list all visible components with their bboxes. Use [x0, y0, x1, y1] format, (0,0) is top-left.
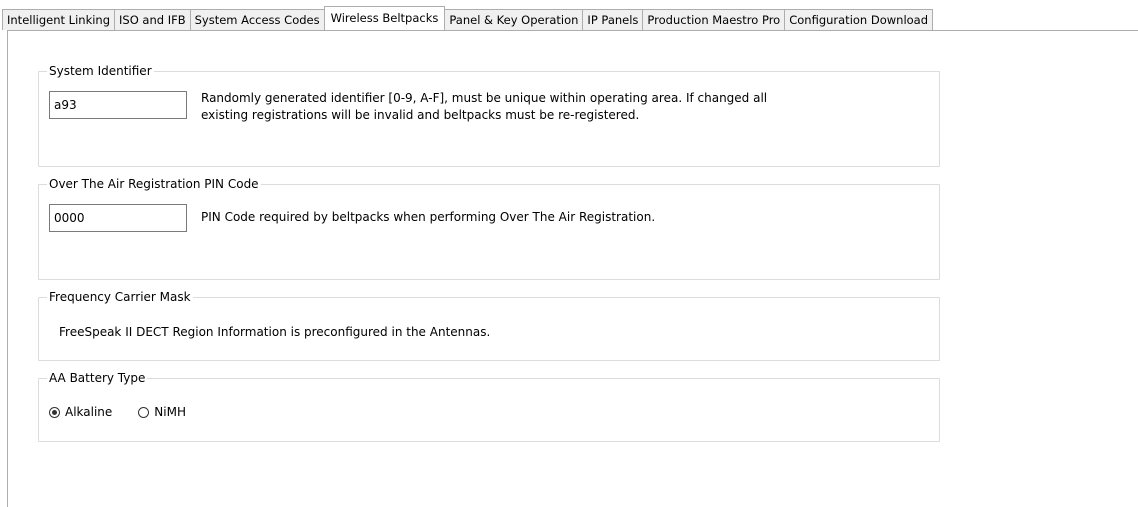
system-identifier-input[interactable]	[49, 91, 187, 119]
battery-alkaline-label: Alkaline	[65, 405, 113, 419]
tab-strip: Intelligent Linking ISO and IFB System A…	[2, 6, 934, 30]
battery-nimh-radio[interactable]: NiMH	[138, 405, 186, 419]
system-identifier-title: System Identifier	[49, 64, 152, 78]
battery-type-group: AA Battery Type Alkaline NiMH	[38, 371, 940, 442]
frequency-mask-title: Frequency Carrier Mask	[49, 290, 191, 304]
tab-configuration-download[interactable]: Configuration Download	[784, 9, 934, 30]
battery-type-title: AA Battery Type	[49, 371, 146, 385]
tab-wireless-beltpacks[interactable]: Wireless Beltpacks	[323, 6, 446, 30]
battery-nimh-label: NiMH	[154, 405, 186, 419]
tab-iso-and-ifb[interactable]: ISO and IFB	[114, 9, 191, 30]
frequency-mask-description: FreeSpeak II DECT Region Information is …	[59, 325, 491, 339]
tab-intelligent-linking[interactable]: Intelligent Linking	[2, 9, 116, 30]
battery-alkaline-radio[interactable]: Alkaline	[49, 405, 112, 419]
pin-code-input[interactable]	[49, 204, 187, 232]
system-identifier-description-line2: existing registrations will be invalid a…	[201, 108, 640, 122]
battery-type-options: Alkaline NiMH	[49, 405, 212, 419]
system-identifier-description: Randomly generated identifier [0-9, A-F]…	[201, 90, 767, 124]
tab-panel-key-operation[interactable]: Panel & Key Operation	[444, 9, 584, 30]
frequency-mask-group: Frequency Carrier Mask FreeSpeak II DECT…	[38, 290, 940, 361]
wireless-beltpacks-panel: System Identifier Randomly generated ide…	[7, 30, 1138, 507]
radio-selected-icon	[49, 406, 60, 418]
pin-code-group: Over The Air Registration PIN Code PIN C…	[38, 177, 940, 280]
pin-code-title: Over The Air Registration PIN Code	[49, 177, 259, 191]
system-identifier-group: System Identifier Randomly generated ide…	[38, 64, 940, 167]
system-identifier-description-line1: Randomly generated identifier [0-9, A-F]…	[201, 91, 768, 105]
tab-system-access-codes[interactable]: System Access Codes	[189, 9, 325, 30]
pin-code-description: PIN Code required by beltpacks when perf…	[201, 210, 656, 224]
radio-unselected-icon	[138, 406, 150, 418]
tab-production-maestro-pro[interactable]: Production Maestro Pro	[642, 9, 786, 30]
tab-ip-panels[interactable]: IP Panels	[582, 9, 644, 30]
